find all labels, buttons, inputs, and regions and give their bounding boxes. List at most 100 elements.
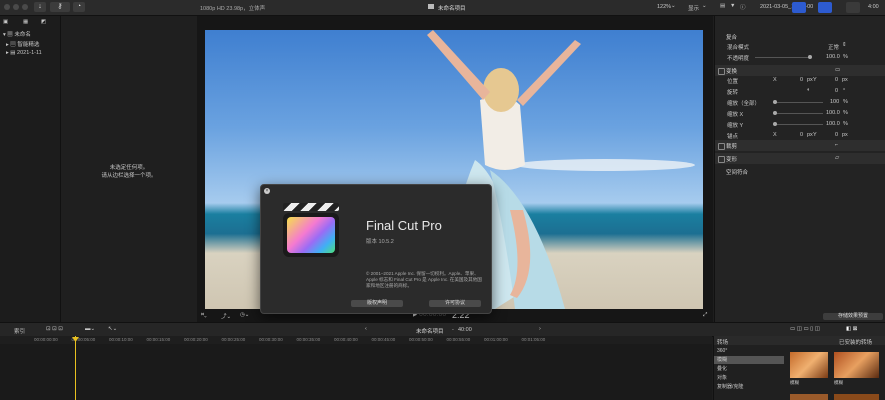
zoom-level[interactable]: 122% — [657, 4, 671, 10]
crop-section — [715, 140, 885, 151]
timeline-view-icons[interactable]: ▭ ◫ ▭ ▯ ◫ — [790, 326, 820, 332]
anchor-y-label: Y — [813, 132, 817, 138]
timeline-duration: 40:00 — [458, 327, 472, 333]
transition-thumbnail[interactable] — [834, 394, 879, 400]
rotation-dial-icon[interactable]: ◐ — [807, 87, 810, 93]
crop-onscreen-icon[interactable]: ⌐ — [835, 142, 838, 148]
ruler-tick-label: 00:00:15:00 — [146, 337, 171, 342]
rotation-value[interactable]: 0 — [835, 88, 838, 94]
history-forward-icon[interactable]: › — [539, 326, 541, 332]
minimize-window-icon[interactable] — [13, 4, 19, 10]
anchor-x-value[interactable]: 0 — [800, 132, 803, 138]
opacity-slider-knob[interactable] — [808, 55, 812, 59]
distort-checkbox[interactable] — [718, 156, 725, 163]
library-item[interactable]: ▸ ▤ 2021-1-11 — [6, 50, 42, 56]
playhead[interactable] — [75, 336, 76, 400]
enhance-tool-icon[interactable]: ⤴⌄ — [221, 312, 231, 320]
compositing-header: 复合 — [726, 35, 738, 41]
photos-icon[interactable]: ▦ — [23, 19, 28, 25]
transition-category[interactable]: 对象 — [714, 374, 784, 382]
transition-category[interactable]: 360° — [714, 347, 784, 355]
position-y-value[interactable]: 0 — [835, 77, 838, 83]
save-preset-button[interactable]: 存储效果预置 — [823, 313, 883, 320]
copyright-line3: 家和地区注册的商标。 — [366, 283, 412, 288]
fullscreen-icon[interactable]: ⤢ — [703, 312, 707, 319]
installed-transitions-label: 已安装的转场 — [839, 340, 873, 346]
distort-onscreen-icon[interactable]: ▱ — [835, 155, 839, 161]
final-cut-pro-logo — [281, 197, 341, 259]
scale-x-unit: % — [843, 110, 848, 116]
position-x-value[interactable]: 0 — [800, 77, 803, 83]
opacity-value[interactable]: 100.0 — [826, 54, 840, 60]
scale-y-value[interactable]: 100.0 — [826, 121, 840, 127]
filter-tab-icon[interactable]: ▼ — [730, 3, 735, 9]
transition-category[interactable]: 模糊 — [714, 356, 784, 364]
transform-onscreen-icon[interactable]: ▭ — [835, 67, 840, 73]
transition-thumbnail[interactable] — [790, 352, 828, 378]
ruler-tick-label: 00:01:05:00 — [521, 337, 546, 342]
background-tasks-icon[interactable]: ◔ — [73, 2, 85, 12]
scale-y-label: 缩放 Y — [727, 123, 744, 129]
transform-checkbox[interactable] — [718, 68, 725, 75]
duration-separator: - — [452, 327, 454, 333]
inspector-tab-icon[interactable]: ▤ — [720, 3, 725, 9]
anchor-label: 锚点 — [727, 134, 739, 140]
effects-browser-icon[interactable]: ◧ ⊠ — [846, 326, 857, 332]
app-name: Final Cut Pro — [366, 218, 442, 233]
license-button[interactable]: 版权声明 — [351, 300, 403, 307]
libraries-icon[interactable]: ▣ — [3, 19, 8, 25]
library-item[interactable]: ▸ ▤ 智能精选 — [6, 40, 39, 48]
scale-all-slider[interactable] — [773, 102, 823, 103]
ruler-tick-label: 00:00:25:00 — [221, 337, 246, 342]
titles-icon[interactable]: ◩ — [41, 19, 46, 25]
timeline-project-name: 未命名项目 — [416, 329, 444, 335]
anchor-y-unit: px — [842, 132, 848, 138]
transition-thumbnail[interactable] — [790, 394, 828, 400]
layout-timeline-icon[interactable] — [818, 2, 832, 13]
transform-header: 变换 — [726, 69, 738, 75]
zoom-window-icon[interactable] — [22, 4, 28, 10]
scale-x-knob[interactable] — [773, 111, 777, 115]
crop-checkbox[interactable] — [718, 143, 725, 150]
scale-all-value[interactable]: 100 — [830, 99, 839, 105]
layout-browser-icon[interactable] — [792, 2, 806, 13]
connect-clip-icon[interactable]: ⊡ ⊡ ⊡ — [46, 326, 63, 332]
ruler-tick-label: 00:00:00:00 — [34, 337, 58, 342]
library-item[interactable]: ▾ ▦ 未命名 — [3, 30, 31, 38]
keywords-icon[interactable]: ⚷ — [50, 2, 70, 12]
history-back-icon[interactable]: ‹ — [365, 326, 367, 332]
index-button[interactable]: 索引 — [14, 327, 25, 335]
scale-x-label: 缩放 X — [727, 112, 744, 118]
info-tab-icon[interactable]: ⓘ — [740, 3, 746, 11]
opacity-label: 不透明度 — [727, 56, 750, 62]
clip-appearance-icon[interactable]: ▬⌄ — [85, 326, 95, 332]
ruler-tick-label: 00:00:30:00 — [259, 337, 283, 342]
inspector: 复合 混合模式 正常 ⇕ 不透明度 100.0 % 变换 ▭ 位置 X 0 px… — [714, 16, 885, 322]
view-menu[interactable]: 显示 — [688, 4, 699, 12]
layout-inspector-icon[interactable] — [846, 2, 860, 13]
transition-category[interactable]: 复制器/克隆 — [714, 383, 784, 391]
ruler-tick-label: 00:00:45:00 — [371, 337, 396, 342]
scale-y-knob[interactable] — [773, 122, 777, 126]
scale-all-knob[interactable] — [773, 100, 777, 104]
transform-tool-icon[interactable]: ⌗⌄ — [201, 312, 207, 319]
transition-thumb-label: 模糊 — [790, 380, 799, 385]
close-window-icon[interactable] — [4, 4, 10, 10]
transition-category[interactable]: 叠化 — [714, 365, 784, 373]
opacity-slider[interactable] — [755, 57, 810, 58]
anchor-x-unit: px — [807, 132, 813, 138]
scale-x-slider[interactable] — [773, 113, 823, 114]
timeline-bar: 索引 ⊡ ⊡ ⊡ ▬⌄ ↖⌄ ‹ 未命名项目 - 40:00 › ▭ ◫ ▭ ▯… — [0, 322, 885, 337]
anchor-y-value[interactable]: 0 — [835, 132, 838, 138]
blend-mode-value[interactable]: 正常 — [828, 43, 839, 51]
scale-y-slider[interactable] — [773, 124, 823, 125]
transition-thumbnail[interactable] — [834, 352, 879, 378]
speed-tool-icon[interactable]: ◷⌄ — [240, 312, 249, 318]
scale-x-value[interactable]: 100.0 — [826, 110, 840, 116]
select-tool-icon[interactable]: ↖⌄ — [108, 326, 117, 332]
close-icon[interactable]: × — [264, 188, 270, 194]
agreement-button[interactable]: 许可协议 — [429, 300, 481, 307]
opacity-unit: % — [843, 54, 848, 60]
import-icon[interactable]: ↓ — [34, 2, 46, 12]
transitions-browser: 转场 已安装的转场 360° 模糊 叠化 对象 复制器/克隆 模糊 模糊 — [713, 336, 885, 400]
